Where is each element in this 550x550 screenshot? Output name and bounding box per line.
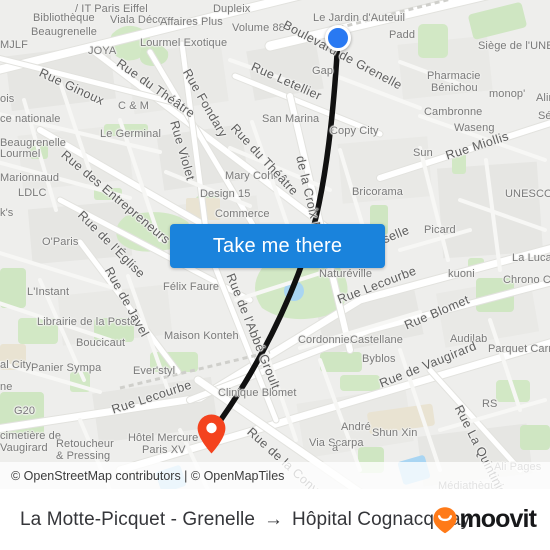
destination-marker[interactable] xyxy=(196,413,227,455)
origin-marker[interactable] xyxy=(325,25,351,51)
route-origin-label: La Motte-Picquet - Grenelle xyxy=(20,508,256,530)
route-footer: La Motte-Picquet - Grenelle → Hôpital Co… xyxy=(0,489,550,550)
moovit-logo[interactable]: moovit xyxy=(432,505,537,534)
moovit-pin-icon xyxy=(433,506,458,533)
moovit-wordmark: moovit xyxy=(459,505,536,533)
map-canvas[interactable]: .road-casing { stroke:#e2e2de; fill:none… xyxy=(0,0,550,489)
moovit-route-preview: .road-casing { stroke:#e2e2de; fill:none… xyxy=(0,0,550,550)
map-attribution-bar: © OpenStreetMap contributors | © OpenMap… xyxy=(0,462,550,489)
map-attribution-text[interactable]: © OpenStreetMap contributors | © OpenMap… xyxy=(11,469,284,483)
arrow-right-icon: → xyxy=(264,509,284,530)
route-summary: La Motte-Picquet - Grenelle → Hôpital Co… xyxy=(20,509,470,531)
map-pin-icon xyxy=(197,414,226,454)
take-me-there-button[interactable]: Take me there xyxy=(170,224,385,268)
